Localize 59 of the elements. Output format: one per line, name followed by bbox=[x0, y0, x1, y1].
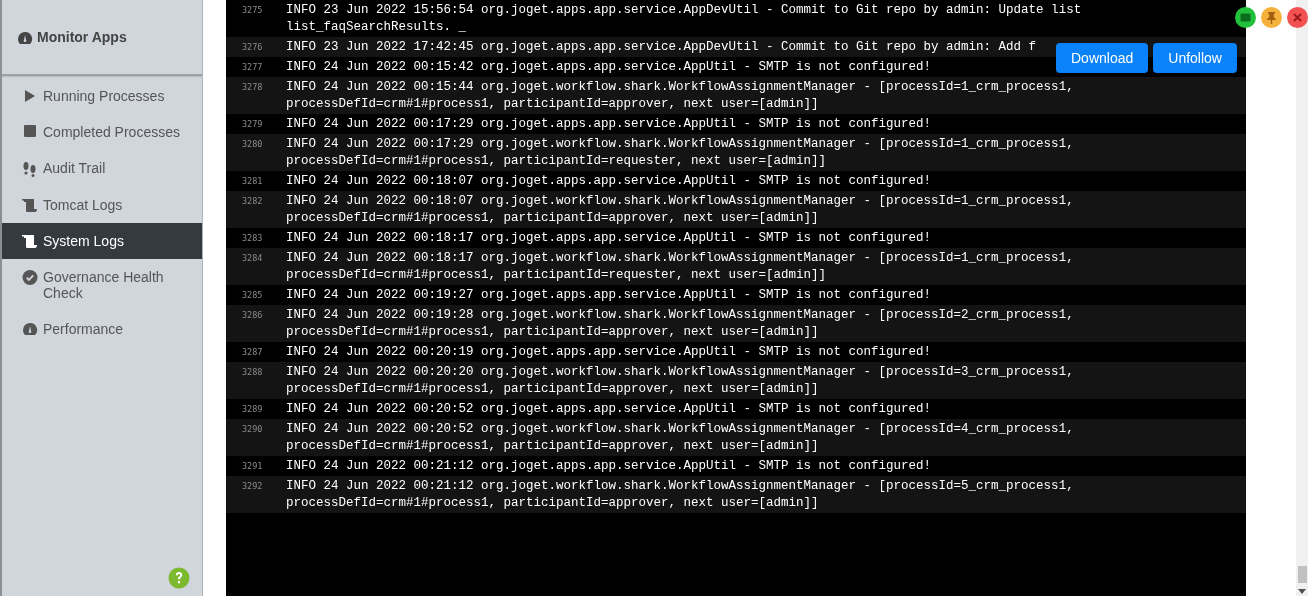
log-line: INFO 24 Jun 2022 00:19:28 org.joget.workflow.shark.WorkflowAssignmentManager - [processId=2_crm_process1, processDefId=crm#1#process1, participantId=approver, next user=[admin]] bbox=[286, 307, 1075, 341]
scroll-icon bbox=[22, 234, 38, 249]
minimize-icon[interactable] bbox=[1235, 7, 1256, 28]
log-line: INFO 24 Jun 2022 00:17:29 org.joget.workflow.shark.WorkflowAssignmentManager - [processId=1_crm_process1, processDefId=crm#1#process1, participantId=requester, next user=[admin]] bbox=[286, 136, 1075, 170]
gauge-icon bbox=[22, 322, 38, 336]
log-line: INFO 24 Jun 2022 00:18:17 org.joget.workflow.shark.WorkflowAssignmentManager - [processId=1_crm_process1, processDefId=crm#1#process1, participantId=requester, next user=[admin]] bbox=[286, 250, 1075, 284]
sidebar-title: Monitor Apps bbox=[37, 29, 127, 45]
log-line: INFO 24 Jun 2022 00:18:17 org.joget.apps.app.service.AppUtil - SMTP is not configured! bbox=[286, 230, 932, 247]
sidebar-item[interactable]: Governance Health Check bbox=[2, 259, 202, 311]
log-line: INFO 24 Jun 2022 00:20:52 org.joget.apps.app.service.AppUtil - SMTP is not configured! bbox=[286, 401, 932, 418]
scroll-icon bbox=[22, 198, 38, 213]
scroll-down-icon[interactable] bbox=[1298, 589, 1306, 594]
log-line: INFO 24 Jun 2022 00:20:52 org.joget.workflow.shark.WorkflowAssignmentManager - [processId=4_crm_process1, processDefId=crm#1#process1, participantId=approver, next user=[admin]] bbox=[286, 421, 1075, 455]
sidebar-item[interactable]: Performance bbox=[2, 311, 202, 347]
line-number: 3279 bbox=[241, 118, 264, 131]
log-line: INFO 24 Jun 2022 00:21:12 org.joget.apps.app.service.AppUtil - SMTP is not configured! bbox=[286, 458, 932, 475]
log-line: INFO 24 Jun 2022 00:15:44 org.joget.workflow.shark.WorkflowAssignmentManager - [processId=1_crm_process1, processDefId=crm#1#process1, participantId=approver, next user=[admin]] bbox=[286, 79, 1075, 113]
log-line: INFO 24 Jun 2022 00:18:07 org.joget.workflow.shark.WorkflowAssignmentManager - [processId=1_crm_process1, processDefId=crm#1#process1, participantId=approver, next user=[admin]] bbox=[286, 193, 1075, 227]
log-line: INFO 24 Jun 2022 00:17:29 org.joget.apps.app.service.AppUtil - SMTP is not configured! bbox=[286, 116, 932, 133]
sidebar-item[interactable]: Tomcat Logs bbox=[2, 187, 202, 223]
line-number: 3275 bbox=[241, 4, 264, 17]
line-number: 3291 bbox=[241, 460, 264, 473]
footprints-icon bbox=[22, 161, 38, 177]
line-number: 3287 bbox=[241, 346, 264, 359]
line-number: 3284 bbox=[241, 252, 264, 265]
line-number: 3290 bbox=[241, 423, 264, 436]
sidebar-item[interactable]: Completed Processes bbox=[2, 114, 202, 150]
line-number: 3278 bbox=[241, 81, 264, 94]
close-icon[interactable] bbox=[1287, 7, 1308, 28]
line-number: 3281 bbox=[241, 175, 264, 188]
log-line: INFO 24 Jun 2022 00:19:27 org.joget.apps.app.service.AppUtil - SMTP is not configured! bbox=[286, 287, 932, 304]
log-line: INFO 23 Jun 2022 15:56:54 org.joget.apps.app.service.AppDevUtil - Commit to Git repo by admin: Update list list_faqSearchResults. _ bbox=[286, 2, 1083, 36]
log-line: INFO 24 Jun 2022 00:20:20 org.joget.workflow.shark.WorkflowAssignmentManager - [processId=3_crm_process1, processDefId=crm#1#process1, participantId=approver, next user=[admin]] bbox=[286, 364, 1075, 398]
download-button[interactable]: Download bbox=[1056, 43, 1149, 73]
log-line: INFO 24 Jun 2022 00:15:42 org.joget.apps.app.service.AppUtil - SMTP is not configured! bbox=[286, 59, 932, 76]
log-line: INFO 24 Jun 2022 00:20:19 org.joget.apps.app.service.AppUtil - SMTP is not configured! bbox=[286, 344, 932, 361]
line-number: 3283 bbox=[241, 232, 264, 245]
sidebar-item[interactable]: Audit Trail bbox=[2, 150, 202, 187]
line-number: 3292 bbox=[241, 480, 264, 493]
line-number: 3285 bbox=[241, 289, 264, 302]
line-number: 3277 bbox=[241, 61, 264, 74]
line-number: 3276 bbox=[241, 41, 264, 54]
scrollbar[interactable] bbox=[1296, 0, 1308, 596]
scrollbar-thumb[interactable] bbox=[1298, 566, 1307, 583]
line-number: 3282 bbox=[241, 195, 264, 208]
pin-icon[interactable] bbox=[1261, 7, 1282, 28]
sidebar-item[interactable]: Running Processes bbox=[2, 78, 202, 114]
line-number: 3280 bbox=[241, 138, 264, 151]
line-number: 3289 bbox=[241, 403, 264, 416]
sidebar-item[interactable]: System Logs bbox=[2, 223, 202, 259]
unfollow-button[interactable]: Unfollow bbox=[1153, 43, 1237, 73]
log-line: INFO 24 Jun 2022 00:18:07 org.joget.apps.app.service.AppUtil - SMTP is not configured! bbox=[286, 173, 932, 190]
line-number: 3286 bbox=[241, 309, 264, 322]
log-line: INFO 23 Jun 2022 17:42:45 org.joget.apps.app.service.AppDevUtil - Commit to Git repo by admin: Add f bbox=[286, 39, 1037, 56]
gauge-icon bbox=[17, 30, 33, 45]
log-line: INFO 24 Jun 2022 00:21:12 org.joget.workflow.shark.WorkflowAssignmentManager - [processId=5_crm_process1, processDefId=crm#1#process1, participantId=approver, next user=[admin]] bbox=[286, 478, 1075, 512]
check-circle-icon bbox=[22, 270, 38, 285]
stop-icon bbox=[22, 125, 38, 137]
line-number: 3288 bbox=[241, 366, 264, 379]
